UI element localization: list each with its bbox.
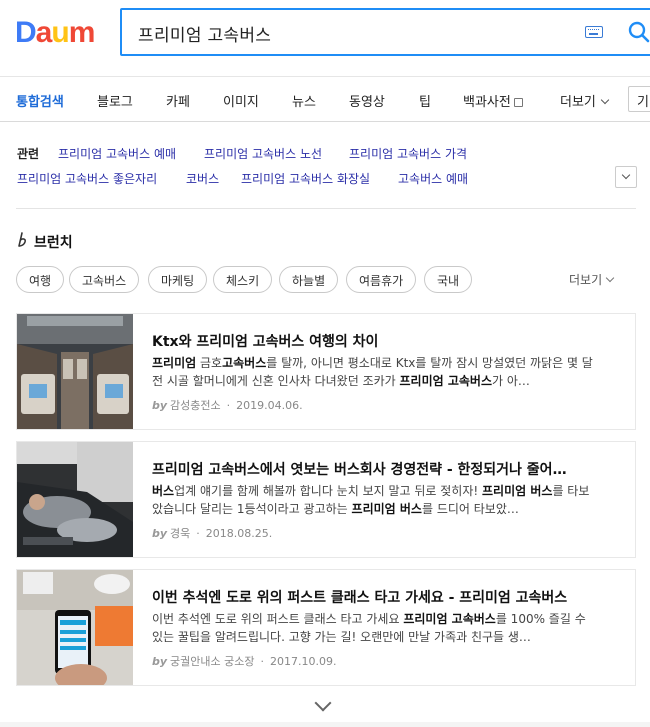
article-date: 2019.04.06. — [236, 399, 303, 412]
related-link[interactable]: 코버스 — [186, 170, 219, 187]
tab-image[interactable]: 이미지 — [223, 91, 259, 110]
brunch-logo-icon — [18, 232, 26, 247]
article-author[interactable]: 감성충전소 — [170, 399, 221, 412]
bus-interior-thumbnail[interactable] — [17, 314, 133, 429]
search-query[interactable]: 프리미엄 고속버스 — [138, 21, 271, 46]
tab-tip[interactable]: 팁 — [419, 91, 431, 110]
keyword-chip[interactable]: 마케팅 — [148, 266, 208, 293]
section-footer-band — [0, 722, 650, 727]
logo-letter-m: m — [68, 16, 96, 49]
related-link[interactable]: 프리미엄 고속버스 화장실 — [241, 170, 370, 187]
article-snippet: 이번 추석엔 도로 위의 퍼스트 클래스 타고 가세요 프리미엄 고속버스를 1… — [152, 612, 586, 644]
chevron-down-icon — [600, 95, 610, 105]
tab-more[interactable]: 더보기 — [560, 91, 610, 110]
period-select[interactable]: 기 — [628, 86, 650, 112]
expand-more-icon[interactable] — [314, 694, 332, 712]
keyword-chip[interactable]: 여름휴가 — [346, 266, 417, 293]
article-title[interactable]: 프리미엄 고속버스에서 엿보는 버스회사 경영전략 - 한정되거나 줄어… — [152, 459, 598, 479]
keyword-chip[interactable]: 고속버스 — [69, 266, 140, 293]
logo-letter-u: u — [51, 16, 69, 49]
related-link[interactable]: 프리미엄 고속버스 가격 — [349, 145, 467, 162]
tab-all[interactable]: 통합검색 — [16, 91, 64, 110]
section-title: 브런치 — [34, 235, 73, 251]
chevron-down-icon — [605, 273, 615, 283]
keyword-chip[interactable]: 체스키 — [213, 266, 273, 293]
chevron-down-icon — [621, 170, 631, 180]
related-link[interactable]: 프리미엄 고속버스 예매 — [58, 145, 176, 162]
keyboard-icon[interactable] — [585, 26, 603, 38]
logo-letter-d: D — [15, 16, 37, 49]
by-label: by — [152, 527, 168, 540]
tab-encyclopedia[interactable]: 백과사전 — [463, 91, 523, 110]
related-label: 관련 — [17, 147, 40, 161]
related-link[interactable]: 고속버스 예매 — [398, 170, 468, 187]
article-meta: by 감성충전소 · 2019.04.06. — [152, 399, 303, 412]
related-link[interactable]: 프리미엄 고속버스 노선 — [204, 145, 322, 162]
by-label: by — [152, 399, 168, 412]
tab-news[interactable]: 뉴스 — [292, 91, 316, 110]
article-card[interactable]: 프리미엄 고속버스에서 엿보는 버스회사 경영전략 - 한정되거나 줄어… 버스… — [16, 441, 636, 558]
article-snippet: 프리미엄 금호고속버스를 탈까, 아니면 평소대로 Ktx를 탈까 잠시 망설였… — [152, 356, 593, 388]
article-meta: by 궁궐안내소 궁소장 · 2017.10.09. — [152, 655, 337, 668]
keyword-chip[interactable]: 국내 — [424, 266, 473, 293]
more-button[interactable]: 더보기 — [569, 271, 615, 288]
external-box-icon — [513, 98, 523, 107]
by-label: by — [152, 655, 168, 668]
article-author[interactable]: 궁궐안내소 궁소장 — [170, 655, 254, 668]
tab-cafe[interactable]: 카페 — [166, 91, 190, 110]
more-label: 더보기 — [569, 273, 603, 287]
search-tabs: 통합검색 블로그 카페 이미지 뉴스 동영상 팁 백과사전 더보기 — [0, 76, 650, 122]
tab-more-label: 더보기 — [560, 95, 596, 110]
bus-seat-thumbnail[interactable] — [17, 442, 133, 557]
divider — [16, 208, 636, 209]
logo-letter-a: a — [35, 16, 53, 49]
related-link[interactable]: 프리미엄 고속버스 좋은자리 — [17, 170, 157, 187]
tab-blog[interactable]: 블로그 — [97, 91, 133, 110]
related-expand-button[interactable] — [615, 166, 637, 188]
keyword-chip[interactable]: 여행 — [16, 266, 65, 293]
article-author[interactable]: 경욱 — [170, 527, 190, 540]
keyword-chip[interactable]: 하늘별 — [279, 266, 339, 293]
article-date: 2017.10.09. — [270, 655, 337, 668]
tab-video[interactable]: 동영상 — [349, 91, 385, 110]
article-date: 2018.08.25. — [205, 527, 273, 540]
smartphone-thumbnail[interactable] — [17, 570, 133, 685]
daum-logo[interactable]: D a u m — [15, 16, 96, 50]
search-input[interactable]: 프리미엄 고속버스 — [120, 8, 650, 56]
article-title[interactable]: Ktx와 프리미엄 고속버스 여행의 차이 — [152, 331, 598, 351]
article-card[interactable]: Ktx와 프리미엄 고속버스 여행의 차이 프리미엄 금호고속버스를 탈까, 아… — [16, 313, 636, 430]
article-snippet: 버스업계 얘기를 함께 해볼까 합니다 눈치 보지 말고 뒤로 젖히자! 프리미… — [152, 484, 590, 516]
search-icon[interactable] — [627, 20, 650, 44]
tab-encyclopedia-label: 백과사전 — [463, 95, 511, 110]
article-title[interactable]: 이번 추석엔 도로 위의 퍼스트 클래스 타고 가세요 - 프리미엄 고속버스 — [152, 587, 598, 607]
article-card[interactable]: 이번 추석엔 도로 위의 퍼스트 클래스 타고 가세요 - 프리미엄 고속버스 … — [16, 569, 636, 686]
article-meta: by 경욱 · 2018.08.25. — [152, 527, 273, 540]
